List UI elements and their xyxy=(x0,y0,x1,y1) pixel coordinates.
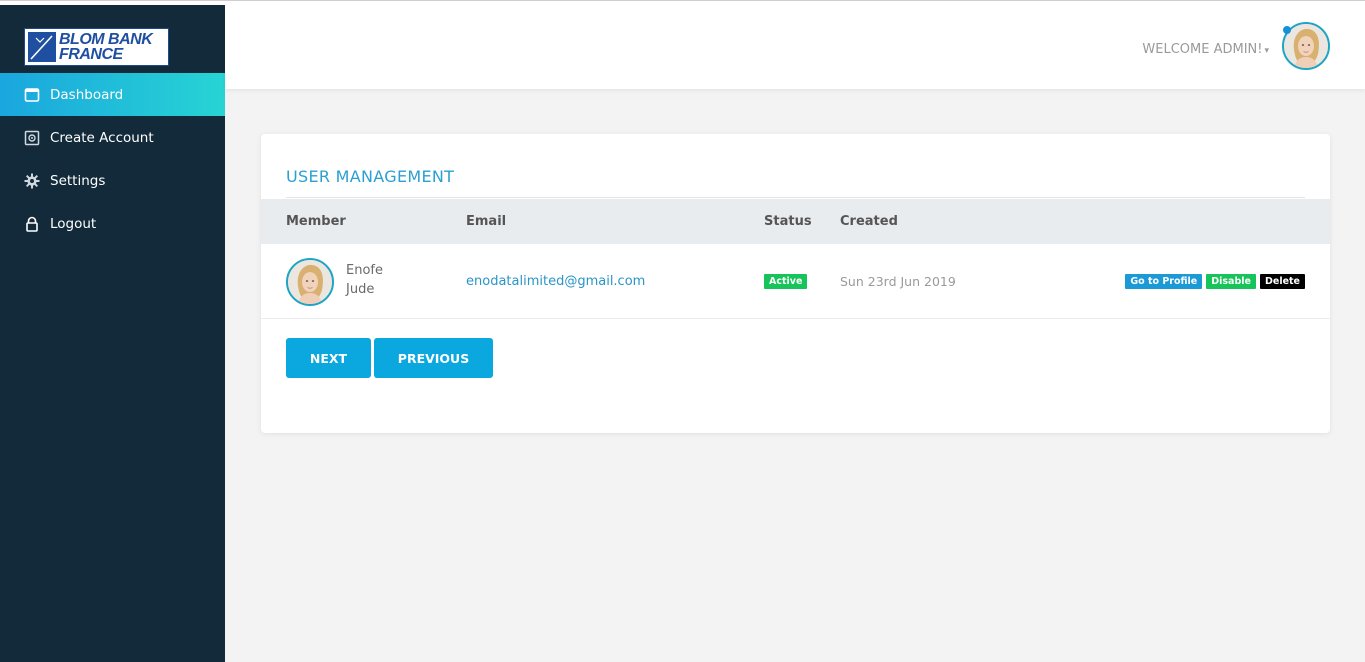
caret-down-icon: ▾ xyxy=(1264,46,1269,56)
panel-title: USER MANAGEMENT xyxy=(286,167,455,186)
brand-logo[interactable]: BLOM BANK FRANCE xyxy=(24,28,169,66)
sidebar-item-label: Create Account xyxy=(50,129,154,146)
sidebar-item-label: Settings xyxy=(50,172,106,189)
next-button[interactable]: NEXT xyxy=(286,338,371,378)
column-header-member: Member xyxy=(286,214,346,229)
gear-icon xyxy=(23,172,40,189)
column-header-email: Email xyxy=(466,214,507,229)
sidebar-item-dashboard[interactable]: Dashboard xyxy=(0,73,225,116)
welcome-text: WELCOME ADMIN! xyxy=(1142,42,1263,57)
column-header-created: Created xyxy=(840,214,898,229)
row-actions: Go to Profile Disable Delete xyxy=(1125,274,1305,289)
sidebar-item-logout[interactable]: Logout xyxy=(0,202,225,245)
disable-button[interactable]: Disable xyxy=(1206,274,1256,289)
sidebar-item-create-account[interactable]: Create Account xyxy=(0,116,225,159)
avatar xyxy=(286,258,334,306)
brand-logo-mark-icon xyxy=(28,32,56,62)
online-indicator xyxy=(1283,26,1291,34)
sidebar-item-label: Logout xyxy=(50,215,97,232)
member-last-name: Jude xyxy=(346,282,375,297)
table-header: Member Email Status Created xyxy=(261,199,1330,244)
table-row: Enofe Jude enodatalimited@gmail.com Acti… xyxy=(261,244,1330,319)
column-header-status: Status xyxy=(764,214,812,229)
delete-button[interactable]: Delete xyxy=(1259,274,1305,289)
dashboard-icon xyxy=(23,86,40,103)
user-management-panel: USER MANAGEMENT Member Email Status Crea… xyxy=(261,134,1330,433)
member-first-name: Enofe xyxy=(346,263,383,278)
sidebar-item-settings[interactable]: Settings xyxy=(0,159,225,202)
create-account-icon xyxy=(23,129,40,146)
sidebar: BLOM BANK FRANCE Dashboard Create Accoun… xyxy=(0,5,225,662)
user-menu-toggle[interactable]: WELCOME ADMIN! ▾ xyxy=(1142,42,1269,57)
brand-line-2: FRANCE xyxy=(59,46,123,63)
lock-icon xyxy=(23,215,40,232)
member-email-link[interactable]: enodatalimited@gmail.com xyxy=(466,274,645,289)
created-date: Sun 23rd Jun 2019 xyxy=(840,274,956,289)
window-top-edge xyxy=(0,0,1365,5)
member-name: Enofe Jude xyxy=(346,261,383,299)
go-to-profile-button[interactable]: Go to Profile xyxy=(1125,274,1203,289)
top-header: WELCOME ADMIN! ▾ xyxy=(225,5,1365,89)
title-divider xyxy=(286,197,1305,198)
previous-button[interactable]: PREVIOUS xyxy=(374,338,493,378)
sidebar-item-label: Dashboard xyxy=(50,86,124,103)
status-badge: Active xyxy=(764,274,808,289)
user-portrait-icon xyxy=(288,260,332,304)
sidebar-nav: Dashboard Create Account Settings Logout xyxy=(0,73,225,245)
